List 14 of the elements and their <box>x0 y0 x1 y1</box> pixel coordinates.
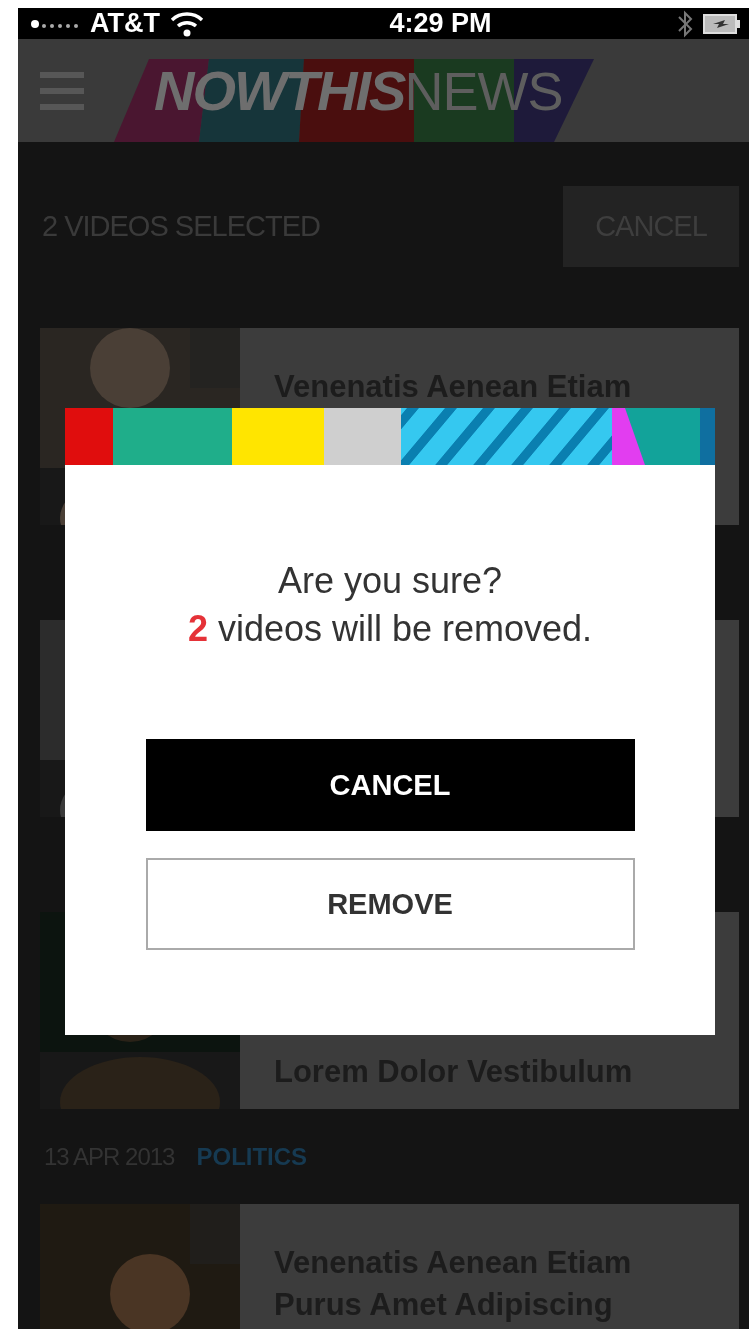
status-time: 4:29 PM <box>389 8 492 39</box>
carrier-name: AT&T <box>90 8 160 39</box>
dialog-question: Are you sure? <box>277 559 503 603</box>
video-category[interactable]: POLITICS <box>196 1142 308 1171</box>
battery-icon <box>703 13 741 34</box>
remove-button[interactable]: REMOVE <box>145 858 635 950</box>
wifi-icon <box>170 10 204 37</box>
cancel-button[interactable]: CANCEL <box>145 739 635 831</box>
dialog-message: 2 videos will be removed. <box>187 607 593 651</box>
logo-text: NEWS <box>404 59 563 122</box>
menu-icon[interactable] <box>40 71 84 110</box>
bluetooth-icon <box>677 8 693 39</box>
logo-text: NOWTHIS <box>154 58 405 123</box>
signal-icon <box>30 18 80 29</box>
